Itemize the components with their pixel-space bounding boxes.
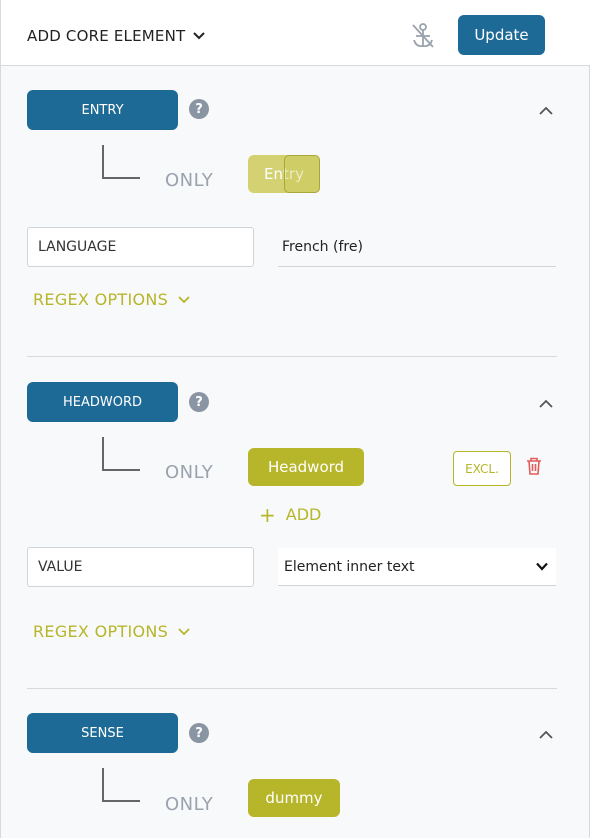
exclude-button[interactable]: EXCL. [453, 451, 511, 486]
language-field[interactable]: LANGUAGE [27, 227, 254, 267]
section-button-entry[interactable]: ENTRY [27, 90, 178, 130]
tree-connector [102, 145, 140, 179]
section-button-sense[interactable]: SENSE [27, 713, 178, 753]
section-divider [27, 688, 557, 689]
panel-header: ADD CORE ELEMENT Update [1, 0, 590, 66]
trash-icon[interactable] [525, 456, 543, 476]
chevron-down-icon [193, 32, 206, 40]
tag-headword-label: Headword [267, 458, 345, 476]
language-value[interactable]: French (fre) [278, 227, 556, 267]
value-select[interactable]: Element inner text [278, 548, 556, 586]
regex-options-toggle[interactable]: REGEX OPTIONS [33, 290, 190, 309]
only-label: ONLY [165, 794, 214, 815]
tree-connector [102, 768, 140, 802]
only-label: ONLY [165, 462, 214, 483]
editor-panel: ADD CORE ELEMENT Update ENTRY ? ONLY Ent… [0, 0, 590, 838]
section-button-headword[interactable]: HEADWORD [27, 382, 178, 422]
only-label: ONLY [165, 170, 214, 191]
regex-options-toggle[interactable]: REGEX OPTIONS [33, 622, 190, 641]
section-divider [27, 356, 557, 357]
tag-headword[interactable]: Headword [248, 448, 364, 486]
add-core-element-dropdown[interactable]: ADD CORE ELEMENT [27, 27, 206, 45]
tag-dummy-label: dummy [265, 789, 323, 807]
tree-connector [102, 437, 140, 471]
chevron-down-icon [178, 627, 190, 635]
value-field[interactable]: VALUE [27, 547, 254, 587]
add-core-element-label: ADD CORE ELEMENT [27, 27, 186, 45]
add-label: ADD [285, 505, 322, 524]
help-icon[interactable]: ? [189, 99, 209, 119]
value-select-label: Element inner text [284, 558, 415, 575]
add-tag-button[interactable]: + ADD [259, 502, 322, 527]
regex-options-label: REGEX OPTIONS [33, 622, 169, 641]
chevron-up-icon[interactable] [539, 399, 553, 409]
help-icon[interactable]: ? [189, 723, 209, 743]
chevron-down-icon [536, 562, 548, 571]
plus-icon: + [259, 502, 276, 527]
help-icon[interactable]: ? [189, 392, 209, 412]
tag-dummy[interactable]: dummy [248, 779, 340, 817]
tag-select-checkbox[interactable] [284, 155, 320, 193]
regex-options-label: REGEX OPTIONS [33, 290, 169, 309]
chevron-up-icon[interactable] [539, 730, 553, 740]
anchor-off-icon[interactable] [410, 22, 436, 50]
update-button[interactable]: Update [458, 15, 545, 55]
chevron-up-icon[interactable] [539, 106, 553, 116]
chevron-down-icon [178, 295, 190, 303]
